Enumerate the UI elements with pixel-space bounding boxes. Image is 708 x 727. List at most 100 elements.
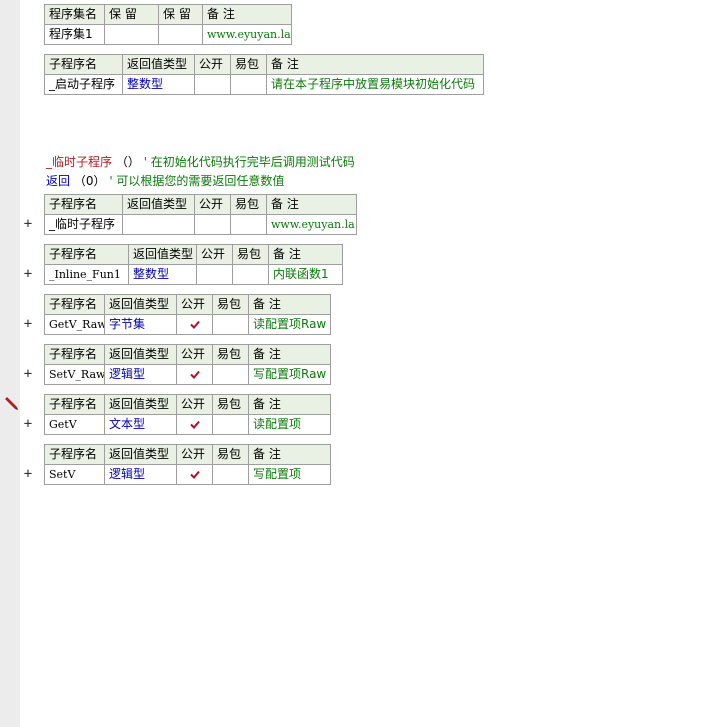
sub-table: 子程序名 返回值类型 公开 易包备 注 SetV 逻辑型 写配置项: [44, 444, 331, 485]
header-sub-name: 子程序名: [44, 54, 123, 75]
header-public: 公开: [176, 394, 213, 415]
header-epkg: 易包: [230, 54, 267, 75]
expand-plus-icon[interactable]: +: [21, 317, 35, 331]
header-note: 备 注: [266, 54, 484, 75]
sub-table: 子程序名 返回值类型 公开 易包备 注 GetV 文本型 读配置项: [44, 394, 331, 435]
header-sub-name: 子程序名: [44, 444, 105, 465]
header-epkg: 易包: [230, 194, 267, 215]
sub-name-cell[interactable]: GetV_Raw: [44, 314, 105, 335]
header-sub-name: 子程序名: [44, 294, 105, 315]
note-cell[interactable]: 写配置项: [248, 464, 331, 485]
call-parens: （）: [115, 155, 140, 169]
sub-table: 子程序名 返回值类型 公开 易包备 注 SetV_Raw 逻辑型 写配置项Raw: [44, 344, 331, 385]
header-return-type: 返回值类型: [104, 344, 177, 365]
public-cell[interactable]: [196, 264, 233, 285]
return-type-cell[interactable]: [122, 214, 195, 235]
header-return-type: 返回值类型: [122, 194, 195, 215]
header-public: 公开: [176, 294, 213, 315]
note-cell[interactable]: 读配置项Raw: [248, 314, 331, 335]
header-public: 公开: [194, 194, 231, 215]
sub-name-cell[interactable]: SetV: [44, 464, 105, 485]
header-return-type: 返回值类型: [122, 54, 195, 75]
return-type-cell[interactable]: 逻辑型: [104, 364, 177, 385]
header-note: 备 注: [248, 394, 331, 415]
expand-plus-icon[interactable]: +: [21, 217, 35, 231]
note-cell[interactable]: 读配置项: [248, 414, 331, 435]
header-epkg: 易包: [212, 394, 249, 415]
return-type-cell[interactable]: 逻辑型: [104, 464, 177, 485]
note-cell[interactable]: 写配置项Raw: [248, 364, 331, 385]
header-epkg: 易包: [232, 244, 269, 265]
epkg-cell[interactable]: [212, 314, 249, 335]
sub-name-cell[interactable]: GetV: [44, 414, 105, 435]
assembly-note-cell[interactable]: www.eyuyan.la: [202, 24, 292, 45]
sub-table: 子程序名 返回值类型 公开 易包备 注 GetV_Raw 字节集 读配置项Raw: [44, 294, 331, 335]
line-gutter: [0, 0, 20, 727]
expand-plus-icon[interactable]: +: [21, 267, 35, 281]
header-reserved-1: 保 留: [104, 4, 159, 25]
header-sub-name: 子程序名: [44, 344, 105, 365]
note-cell[interactable]: 内联函数1: [268, 264, 343, 285]
sub-row: _临时子程序 www.eyuyan.la: [44, 214, 357, 235]
return-type-cell[interactable]: 整数型: [128, 264, 197, 285]
header-return-type: 返回值类型: [104, 444, 177, 465]
sub-row: GetV 文本型 读配置项: [44, 414, 331, 435]
check-icon: [189, 470, 200, 479]
check-icon: [189, 370, 200, 379]
expand-plus-icon[interactable]: +: [21, 367, 35, 381]
return-type-cell[interactable]: 文本型: [104, 414, 177, 435]
pencil-icon: [5, 397, 18, 410]
call-sub-name: _临时子程序: [46, 155, 113, 169]
header-note: 备 注: [248, 444, 331, 465]
code-line-call[interactable]: _临时子程序 （） ' 在初始化代码执行完毕后调用测试代码: [46, 153, 355, 170]
reserved-cell-2[interactable]: [158, 24, 203, 45]
epkg-cell[interactable]: [230, 74, 267, 95]
sub-row: SetV_Raw 逻辑型 写配置项Raw: [44, 364, 331, 385]
public-cell[interactable]: [194, 74, 231, 95]
return-comment: ' 可以根据您的需要返回任意数值: [109, 174, 285, 188]
public-cell[interactable]: [176, 314, 213, 335]
header-note: 备 注: [268, 244, 343, 265]
reserved-cell-1[interactable]: [104, 24, 159, 45]
return-type-cell[interactable]: 字节集: [104, 314, 177, 335]
return-arg: （0）: [73, 174, 106, 188]
public-cell[interactable]: [176, 414, 213, 435]
header-public: 公开: [194, 54, 231, 75]
header-note: 备 注: [266, 194, 357, 215]
header-sub-name: 子程序名: [44, 394, 105, 415]
return-keyword: 返回: [46, 174, 71, 188]
note-cell[interactable]: www.eyuyan.la: [266, 214, 357, 235]
startup-sub-table: 子程序名 返回值类型 公开 易包 备 注 _启动子程序 整数型 请在本子程序中放…: [44, 54, 484, 95]
header-epkg: 易包: [212, 444, 249, 465]
call-comment: ' 在初始化代码执行完毕后调用测试代码: [143, 155, 355, 169]
epkg-cell[interactable]: [232, 264, 269, 285]
public-cell[interactable]: [194, 214, 231, 235]
public-cell[interactable]: [176, 364, 213, 385]
header-sub-name: 子程序名: [44, 194, 123, 215]
sub-row: GetV_Raw 字节集 读配置项Raw: [44, 314, 331, 335]
epkg-cell[interactable]: [230, 214, 267, 235]
header-public: 公开: [176, 344, 213, 365]
epkg-cell[interactable]: [212, 364, 249, 385]
assembly-name-cell[interactable]: 程序集1: [44, 24, 105, 45]
check-icon: [189, 420, 200, 429]
code-line-return[interactable]: 返回 （0） ' 可以根据您的需要返回任意数值: [46, 172, 284, 189]
sub-name-cell[interactable]: _启动子程序: [44, 74, 123, 95]
expand-plus-icon[interactable]: +: [21, 467, 35, 481]
sub-name-cell[interactable]: _临时子程序: [44, 214, 123, 235]
public-cell[interactable]: [176, 464, 213, 485]
check-icon: [189, 320, 200, 329]
header-return-type: 返回值类型: [104, 394, 177, 415]
epkg-cell[interactable]: [212, 464, 249, 485]
return-type-cell[interactable]: 整数型: [122, 74, 195, 95]
sub-name-cell[interactable]: _Inline_Fun1: [44, 264, 129, 285]
header-public: 公开: [196, 244, 233, 265]
header-public: 公开: [176, 444, 213, 465]
epkg-cell[interactable]: [212, 414, 249, 435]
expand-plus-icon[interactable]: +: [21, 417, 35, 431]
note-cell[interactable]: 请在本子程序中放置易模块初始化代码: [266, 74, 484, 95]
header-sub-name: 子程序名: [44, 244, 129, 265]
header-assembly-name: 程序集名: [44, 4, 105, 25]
sub-name-cell[interactable]: SetV_Raw: [44, 364, 105, 385]
header-return-type: 返回值类型: [128, 244, 197, 265]
